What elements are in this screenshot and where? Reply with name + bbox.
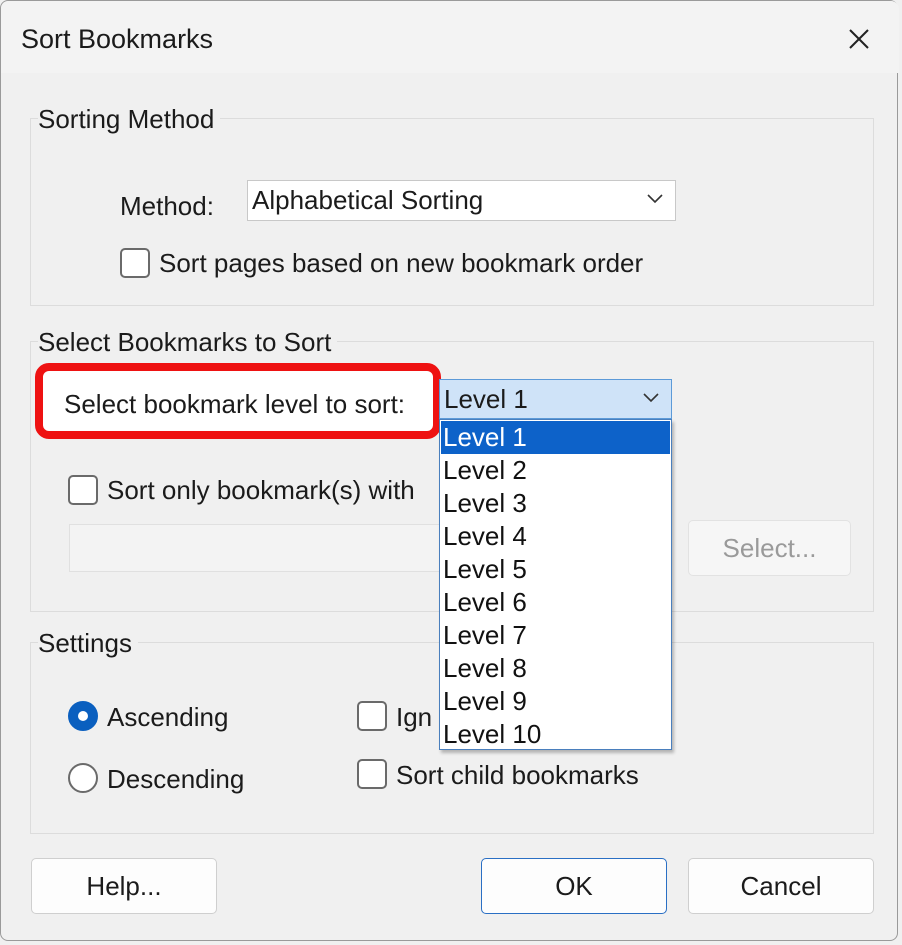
level-dropdown[interactable]: Level 1 bbox=[439, 379, 672, 419]
sort-bookmarks-dialog: Sort Bookmarks Sorting Method Method: Al… bbox=[0, 0, 899, 941]
level-dropdown-value: Level 1 bbox=[444, 384, 528, 414]
close-icon[interactable] bbox=[839, 19, 879, 59]
sort-pages-label: Sort pages based on new bookmark order bbox=[159, 248, 644, 278]
sort-only-checkbox[interactable] bbox=[68, 475, 98, 505]
level-option[interactable]: Level 3 bbox=[441, 487, 670, 520]
descending-label: Descending bbox=[107, 764, 245, 794]
level-option[interactable]: Level 6 bbox=[441, 586, 670, 619]
sort-only-label: Sort only bookmark(s) with bbox=[107, 475, 415, 505]
ignore-label: Ign bbox=[396, 702, 433, 732]
bookmark-text-field[interactable] bbox=[69, 524, 441, 572]
select-bookmarks-group-label: Select Bookmarks to Sort bbox=[38, 326, 338, 358]
dialog-title: Sort Bookmarks bbox=[21, 24, 214, 54]
level-label: Select bookmark level to sort: bbox=[64, 389, 406, 419]
help-button[interactable]: Help... bbox=[31, 858, 217, 914]
ascending-radio[interactable] bbox=[68, 701, 98, 731]
sort-child-checkbox[interactable] bbox=[357, 759, 387, 789]
ignore-checkbox[interactable] bbox=[357, 701, 387, 731]
level-option[interactable]: Level 5 bbox=[441, 553, 670, 586]
level-dropdown-list: Level 1 Level 2 Level 3 Level 4 Level 5 Level… bbox=[439, 419, 672, 750]
sort-pages-checkbox[interactable] bbox=[120, 248, 150, 278]
level-option[interactable]: Level 2 bbox=[441, 454, 670, 487]
level-option[interactable]: Level 9 bbox=[441, 685, 670, 718]
method-dropdown[interactable]: Alphabetical Sorting bbox=[247, 180, 676, 221]
sort-child-label: Sort child bookmarks bbox=[396, 760, 639, 790]
level-option[interactable]: Level 4 bbox=[441, 520, 670, 553]
level-option[interactable]: Level 8 bbox=[441, 652, 670, 685]
settings-group-label: Settings bbox=[38, 627, 138, 659]
ok-button[interactable]: OK bbox=[481, 858, 667, 914]
cancel-button[interactable]: Cancel bbox=[688, 858, 874, 914]
method-label: Method: bbox=[120, 191, 214, 221]
method-dropdown-value: Alphabetical Sorting bbox=[252, 185, 484, 215]
chevron-down-icon bbox=[647, 190, 663, 206]
select-button[interactable]: Select... bbox=[688, 520, 851, 576]
level-option[interactable]: Level 1 bbox=[441, 421, 670, 454]
close-icon-glyph bbox=[849, 29, 869, 49]
sorting-method-group-label: Sorting Method bbox=[38, 103, 221, 135]
chevron-down-icon bbox=[643, 389, 659, 405]
ascending-label: Ascending bbox=[107, 702, 229, 732]
level-option[interactable]: Level 10 bbox=[441, 718, 670, 751]
descending-radio[interactable] bbox=[68, 763, 98, 793]
level-option[interactable]: Level 7 bbox=[441, 619, 670, 652]
